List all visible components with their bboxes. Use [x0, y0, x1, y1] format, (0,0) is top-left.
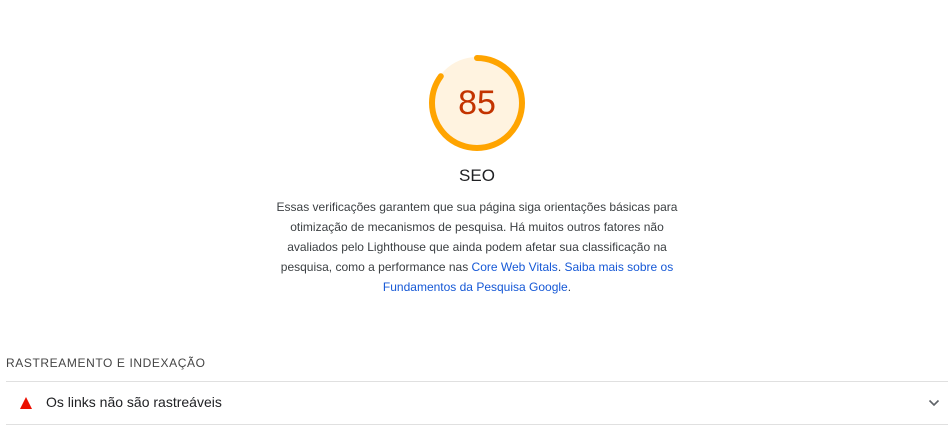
chevron-down-icon[interactable] [928, 398, 940, 408]
divider [6, 424, 948, 425]
core-web-vitals-link[interactable]: Core Web Vitals [472, 260, 558, 274]
fail-triangle-icon [20, 397, 32, 409]
lighthouse-seo-report: 85 SEO Essas verificações garantem que s… [0, 0, 949, 427]
audit-title: Os links não são rastreáveis [46, 394, 222, 410]
audit-row-crawlable-anchors[interactable]: Os links não são rastreáveis [6, 382, 948, 424]
category-title: SEO [459, 166, 495, 185]
group-title: RASTREAMENTO E INDEXAÇÃO [6, 356, 206, 370]
score-value: 85 [458, 84, 496, 122]
score-gauge[interactable]: 85 [428, 54, 526, 152]
description-end: . [567, 280, 572, 294]
category-description: Essas verificações garantem que sua pági… [268, 197, 686, 297]
